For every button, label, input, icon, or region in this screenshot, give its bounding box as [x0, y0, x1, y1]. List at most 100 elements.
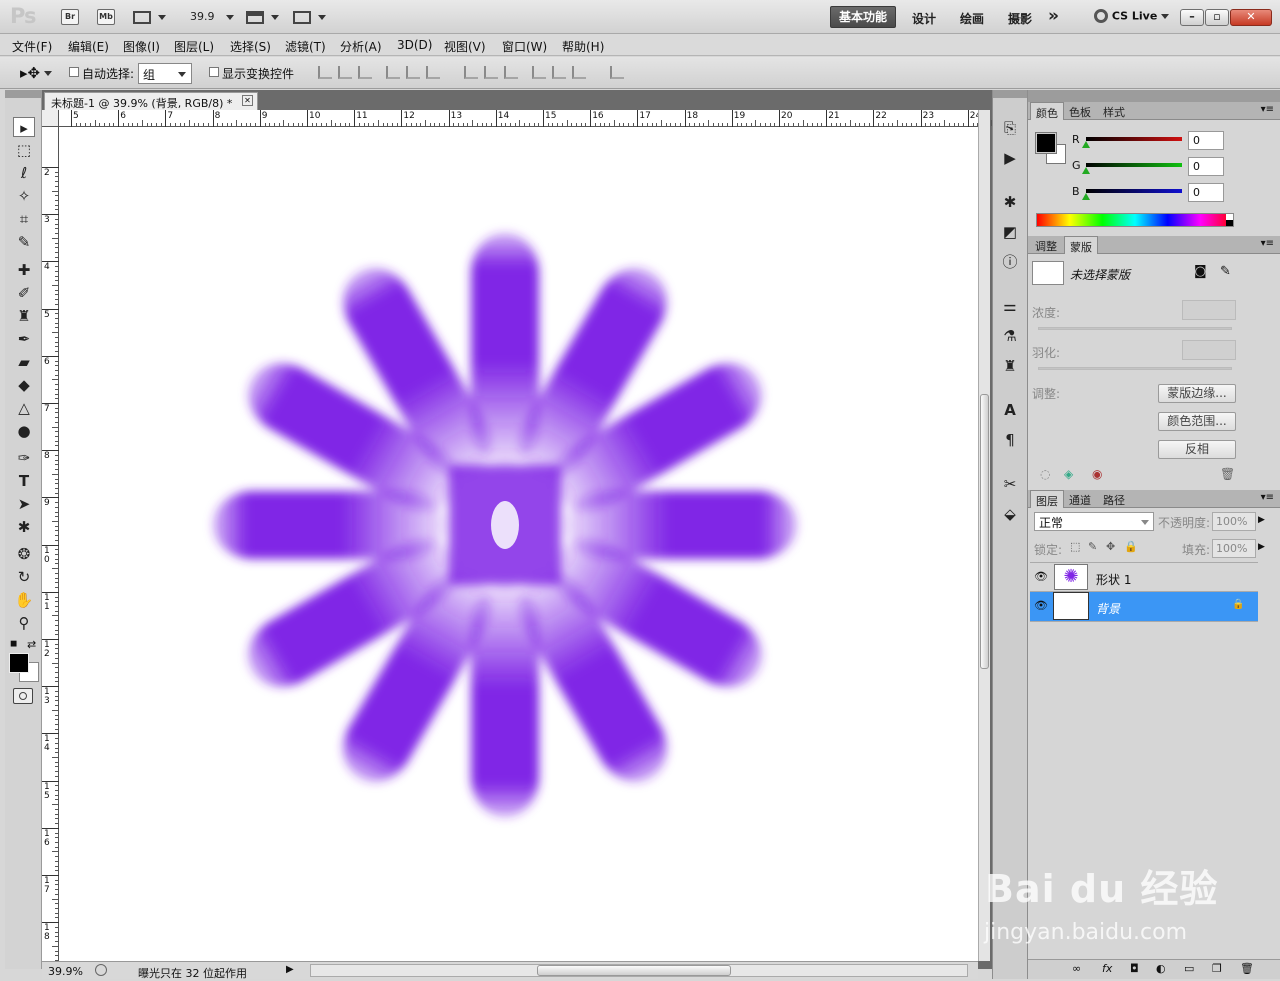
menu-view[interactable]: 视图(V): [444, 38, 486, 55]
close-button[interactable]: ✕: [1230, 9, 1272, 26]
dodge-tool-icon[interactable]: ●: [13, 421, 35, 441]
paint-bucket-tool-icon[interactable]: ◆: [13, 375, 35, 395]
menu-3d[interactable]: 3D(D): [397, 38, 432, 52]
lock-transparency-icon[interactable]: ⬚: [1070, 540, 1080, 553]
menu-window[interactable]: 窗口(W): [502, 38, 547, 55]
channel-slider-g[interactable]: [1086, 163, 1182, 167]
fill-input[interactable]: 100%: [1212, 539, 1256, 558]
menu-analysis[interactable]: 分析(A): [340, 38, 382, 55]
mini-bridge-button[interactable]: Mb: [97, 9, 115, 25]
menu-file[interactable]: 文件(F): [12, 38, 52, 55]
color-range-button[interactable]: 颜色范围...: [1158, 412, 1236, 431]
auto-select-checkbox[interactable]: [69, 67, 79, 77]
move-tool-icon[interactable]: ▸: [13, 117, 35, 137]
channel-slider-b[interactable]: [1086, 189, 1182, 193]
align-right-icon[interactable]: [426, 66, 440, 79]
horizontal-scrollbar[interactable]: [310, 964, 968, 977]
arrange-documents-dropdown[interactable]: [246, 10, 279, 24]
channel-value-g[interactable]: 0: [1188, 157, 1224, 176]
panel-menu-icon[interactable]: ▾≡: [1261, 492, 1274, 503]
eyedropper-tool-icon[interactable]: ✎: [13, 232, 35, 252]
3d-panel-icon[interactable]: ✱: [999, 192, 1021, 212]
ruler-origin[interactable]: [42, 110, 59, 127]
lasso-tool-icon[interactable]: ℓ: [13, 163, 35, 183]
lock-all-icon[interactable]: 🔒: [1124, 540, 1138, 553]
brush-presets-panel-icon[interactable]: ⚌: [999, 296, 1021, 316]
align-vertical-center-icon[interactable]: [338, 66, 352, 79]
tab-layers[interactable]: 图层: [1030, 490, 1064, 508]
crop-tool-icon[interactable]: ⌗: [13, 209, 35, 229]
channel-value-b[interactable]: 0: [1188, 183, 1224, 202]
distribute-bottom-icon[interactable]: [504, 66, 518, 79]
menu-layer[interactable]: 图层(L): [174, 38, 214, 55]
delete-layer-icon[interactable]: 🗑: [1240, 962, 1254, 975]
document-canvas[interactable]: [59, 127, 978, 961]
tool-preset-picker[interactable]: ▸✥: [20, 64, 53, 82]
workspace-design-button[interactable]: 设计: [912, 10, 936, 27]
3d-orbit-tool-icon[interactable]: ↻: [13, 567, 35, 587]
visibility-eye-icon[interactable]: 👁: [1034, 570, 1048, 583]
custom-shape-tool-icon[interactable]: ✱: [13, 517, 35, 537]
distribute-horizontal-center-icon[interactable]: [552, 66, 566, 79]
opacity-slider-arrow-icon[interactable]: ▶: [1258, 515, 1265, 525]
pen-tool-icon[interactable]: ✑: [13, 448, 35, 468]
channel-value-r[interactable]: 0: [1188, 131, 1224, 150]
channel-slider-thumb[interactable]: [1082, 193, 1090, 200]
more-workspaces-button[interactable]: »: [1048, 6, 1059, 26]
opacity-input[interactable]: 100%: [1212, 512, 1256, 531]
status-info-icon[interactable]: [95, 964, 107, 976]
brush-tool-icon[interactable]: ✐: [13, 283, 35, 303]
lock-pixels-icon[interactable]: ✎: [1088, 540, 1097, 553]
hand-tool-icon[interactable]: ✋: [13, 590, 35, 610]
tab-masks[interactable]: 蒙版: [1064, 236, 1098, 254]
channel-slider-thumb[interactable]: [1082, 141, 1090, 148]
align-left-icon[interactable]: [386, 66, 400, 79]
view-extras-dropdown[interactable]: [133, 10, 166, 24]
tab-styles[interactable]: 样式: [1098, 102, 1130, 120]
link-layers-icon[interactable]: ∞: [1072, 962, 1081, 975]
marquee-tool-icon[interactable]: ⬚: [13, 140, 35, 160]
blend-mode-dropdown[interactable]: 正常: [1034, 512, 1154, 531]
distribute-vertical-center-icon[interactable]: [484, 66, 498, 79]
panel-menu-icon[interactable]: ▾≡: [1261, 238, 1274, 249]
invert-button[interactable]: 反相: [1158, 440, 1236, 459]
close-tab-icon[interactable]: ✕: [242, 95, 253, 106]
adjustment-layer-icon[interactable]: ◐: [1156, 962, 1166, 975]
brushes-panel-icon[interactable]: ⚗: [999, 326, 1021, 346]
eraser-tool-icon[interactable]: ▰: [13, 352, 35, 372]
workspace-photography-button[interactable]: 摄影: [1008, 10, 1032, 27]
status-zoom[interactable]: 39.9%: [48, 965, 83, 978]
channel-slider-r[interactable]: [1086, 137, 1182, 141]
layer-row-background[interactable]: 👁 背景 🔒: [1030, 592, 1258, 622]
workspace-painting-button[interactable]: 绘画: [960, 10, 984, 27]
tab-swatches[interactable]: 色板: [1064, 102, 1096, 120]
workspace-essentials-button[interactable]: 基本功能: [830, 6, 896, 28]
visibility-eye-icon[interactable]: 👁: [1034, 599, 1048, 612]
minimize-button[interactable]: –: [1180, 9, 1204, 26]
align-bottom-icon[interactable]: [358, 66, 372, 79]
quick-selection-tool-icon[interactable]: ✧: [13, 186, 35, 206]
auto-select-target-dropdown[interactable]: 组: [138, 63, 192, 84]
menu-edit[interactable]: 编辑(E): [68, 38, 109, 55]
zoom-level-dropdown[interactable]: 39.9: [190, 10, 234, 23]
tab-adjustments[interactable]: 调整: [1030, 236, 1062, 254]
distribute-right-icon[interactable]: [572, 66, 586, 79]
tab-channels[interactable]: 通道: [1064, 490, 1096, 508]
restore-button[interactable]: ▫: [1205, 9, 1229, 26]
mask-edge-button[interactable]: 蒙版边缘...: [1158, 384, 1236, 403]
distribute-top-icon[interactable]: [464, 66, 478, 79]
info-panel-icon[interactable]: ⓘ: [999, 252, 1021, 272]
character-panel-icon[interactable]: A: [999, 400, 1021, 420]
3d-rotate-tool-icon[interactable]: ❂: [13, 544, 35, 564]
add-mask-icon[interactable]: ◘: [1130, 962, 1139, 975]
density-input[interactable]: [1182, 300, 1236, 320]
tab-paths[interactable]: 路径: [1098, 490, 1130, 508]
apply-mask-icon[interactable]: ◈: [1064, 467, 1073, 481]
new-group-icon[interactable]: ▭: [1184, 962, 1194, 975]
feather-slider[interactable]: [1038, 367, 1232, 370]
distribute-left-icon[interactable]: [532, 66, 546, 79]
vector-mask-icon[interactable]: ✎: [1220, 264, 1231, 279]
vertical-scrollbar[interactable]: [978, 110, 990, 961]
histogram-panel-icon[interactable]: ◩: [999, 222, 1021, 242]
layer-row-shape-1[interactable]: 👁 ✺ 形状 1: [1030, 562, 1258, 592]
